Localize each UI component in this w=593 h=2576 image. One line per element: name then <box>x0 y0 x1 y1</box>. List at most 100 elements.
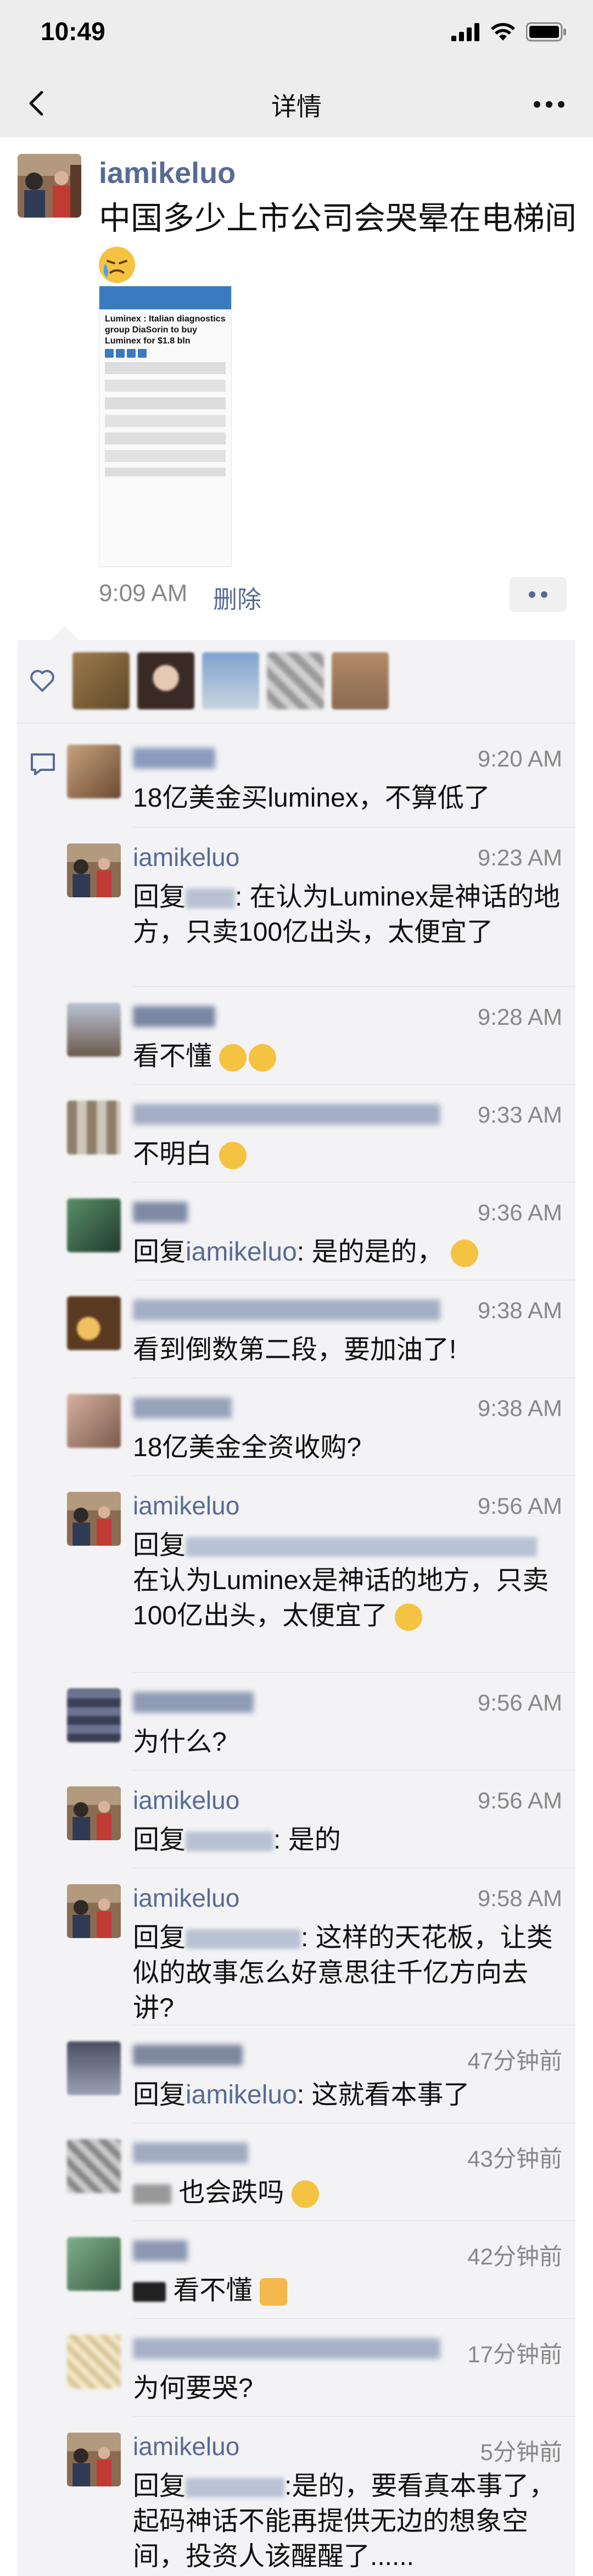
comment-text: 为什么? <box>133 1728 227 1757</box>
avatar[interactable] <box>67 1689 121 1742</box>
avatar[interactable] <box>67 1394 121 1448</box>
smile-emoji-icon <box>219 1142 247 1170</box>
comment-time: 9:38 AM <box>477 1395 562 1421</box>
commenter-name[interactable] <box>133 1104 440 1125</box>
reply-target[interactable] <box>186 1831 274 1852</box>
commenter-name[interactable]: iamikeluo <box>133 1883 239 1913</box>
avatar[interactable] <box>67 1492 121 1546</box>
article-screenshot[interactable]: Luminex : Italian diagnostics group DiaS… <box>99 286 232 567</box>
reply-body: : 是的 <box>273 1825 341 1855</box>
avatar[interactable] <box>67 1101 121 1154</box>
article-headline: Luminex : Italian diagnostics group DiaS… <box>105 314 226 346</box>
divider <box>133 1672 575 1673</box>
crying-emoji-icon <box>99 246 135 283</box>
commenter-name[interactable]: iamikeluo <box>133 1785 239 1815</box>
avatar[interactable] <box>67 1198 121 1252</box>
avatar[interactable] <box>67 745 121 798</box>
reply-target[interactable] <box>186 889 236 909</box>
article-header-bar <box>99 286 231 309</box>
reply-target[interactable] <box>186 1537 538 1557</box>
redacted-text <box>133 2184 171 2205</box>
divider <box>133 2220 575 2221</box>
grin-emoji-icon <box>291 2180 319 2208</box>
avatar[interactable] <box>67 1296 121 1350</box>
comment-text: 不明白 <box>133 1137 561 1172</box>
comment-text-content: 不明白 <box>133 1140 212 1169</box>
comment-text: 看到倒数第二段，要加油了! <box>133 1335 457 1364</box>
reply-body: : 这就看本事了 <box>296 2080 470 2109</box>
avatar[interactable] <box>67 2237 121 2291</box>
status-icons <box>451 22 567 42</box>
post-text-content: 中国多少上市公司会哭晕在电梯间 <box>99 201 577 236</box>
comment-icon <box>31 753 55 775</box>
avatar[interactable] <box>72 652 130 709</box>
avatar[interactable] <box>202 652 259 709</box>
reply-target[interactable] <box>186 2478 285 2498</box>
commenter-name[interactable]: iamikeluo <box>133 2431 239 2461</box>
comment-time: 9:20 AM <box>477 746 562 771</box>
reply-body: : 是的是的， <box>296 1237 444 1267</box>
comment-time: 9:58 AM <box>477 1885 562 1911</box>
grin-emoji-icon <box>249 1044 277 1072</box>
comment-text: 回复: 这样的天花板，让类似的故事怎么好意思往千亿方向去讲? <box>133 1920 561 2026</box>
commenter-name[interactable] <box>133 2045 243 2066</box>
reply-target[interactable]: iamikeluo <box>186 1237 297 1267</box>
reply-prefix: 回复 <box>133 1531 186 1560</box>
more-icon[interactable] <box>527 88 571 121</box>
comment-time: 9:33 AM <box>477 1102 562 1128</box>
avatar[interactable] <box>67 2041 121 2095</box>
reply-target[interactable] <box>186 1929 301 1950</box>
comment-text: 18亿美金买luminex，不算低了 <box>133 784 490 813</box>
moment-post: iamikeluo 中国多少上市公司会哭晕在电梯间 Luminex : Ital… <box>0 137 593 632</box>
avatar[interactable] <box>267 652 324 709</box>
commenter-name[interactable] <box>133 2338 440 2359</box>
commenter-name[interactable] <box>133 2142 248 2163</box>
avatar[interactable] <box>67 843 121 897</box>
comment-text: 回复 在认为Luminex是神话的地方，只卖100亿出头，太便宜了 <box>133 1528 561 1634</box>
commenter-name[interactable] <box>133 1397 232 1418</box>
comment-time: 17分钟前 <box>467 2341 562 2367</box>
comment-time: 42分钟前 <box>467 2244 562 2269</box>
avatar[interactable] <box>67 1884 121 1938</box>
comment-text-content: 也会跌吗 <box>178 2178 284 2207</box>
comment-time: 9:56 AM <box>477 1690 562 1716</box>
status-time: 10:49 <box>41 17 105 46</box>
avatar[interactable] <box>332 652 389 709</box>
commenter-name[interactable] <box>133 748 215 769</box>
avatar[interactable] <box>67 1786 121 1840</box>
reply-prefix: 回复 <box>133 1237 186 1267</box>
avatar[interactable] <box>67 2139 121 2193</box>
comment-text: 看不懂 <box>133 2273 561 2308</box>
avatar[interactable] <box>67 1003 121 1057</box>
comment-text: 回复iamikeluo: 是的是的， <box>133 1235 561 1270</box>
commenter-name[interactable] <box>133 1202 188 1223</box>
commenter-name[interactable] <box>133 1006 215 1027</box>
comment-action-button[interactable] <box>510 577 567 612</box>
reply-target[interactable]: iamikeluo <box>186 2080 297 2109</box>
comment-time: 43分钟前 <box>467 2146 562 2172</box>
delete-link[interactable]: 删除 <box>213 580 261 615</box>
author-name[interactable]: iamikeluo <box>99 156 236 190</box>
comment-time: 9:56 AM <box>477 1787 562 1813</box>
comment-time: 9:23 AM <box>477 845 562 870</box>
commenter-name[interactable]: iamikeluo <box>133 1491 239 1520</box>
avatar[interactable] <box>67 2433 121 2486</box>
commenter-name[interactable] <box>133 1300 440 1320</box>
interaction-panel: 9:20 AM 18亿美金买luminex，不算低了 iamikeluo 9:2… <box>18 626 575 2576</box>
divider <box>133 2318 575 2319</box>
comment-text-content: 看不懂 <box>173 2276 253 2305</box>
comment-text: 回复iamikeluo: 这就看本事了 <box>133 2078 561 2113</box>
divider <box>133 1475 575 1476</box>
commenter-name[interactable] <box>133 2240 188 2261</box>
signal-icon <box>451 23 479 41</box>
avatar[interactable] <box>67 2335 121 2389</box>
author-avatar[interactable] <box>18 154 81 218</box>
smile-emoji-icon <box>450 1240 478 1268</box>
commenter-name[interactable]: iamikeluo <box>133 842 239 872</box>
grin-emoji-icon <box>395 1603 423 1631</box>
reply-prefix: 回复 <box>133 1923 186 1952</box>
avatar[interactable] <box>137 652 194 709</box>
comment-time: 9:28 AM <box>477 1004 562 1030</box>
commenter-name[interactable] <box>133 1692 254 1713</box>
divider <box>133 2416 575 2417</box>
